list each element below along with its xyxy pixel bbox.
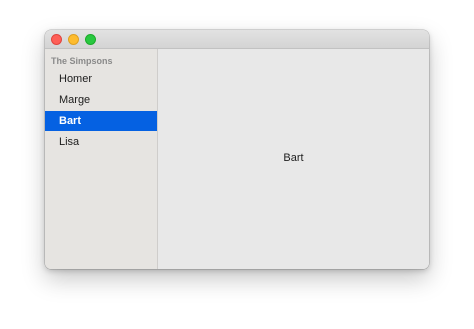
minimize-button[interactable] <box>68 34 79 45</box>
sidebar: The Simpsons Homer Marge Bart Lisa <box>45 49 158 269</box>
detail-label: Bart <box>283 152 304 164</box>
zoom-button[interactable] <box>85 34 96 45</box>
app-window: The Simpsons Homer Marge Bart Lisa Bart <box>45 30 429 269</box>
sidebar-section-header: The Simpsons <box>51 56 113 66</box>
sidebar-item-marge[interactable]: Marge <box>45 90 157 110</box>
sidebar-item-bart[interactable]: Bart <box>45 111 157 131</box>
sidebar-item-homer[interactable]: Homer <box>45 69 157 89</box>
sidebar-item-lisa[interactable]: Lisa <box>45 132 157 152</box>
title-bar[interactable] <box>45 30 429 49</box>
close-button[interactable] <box>51 34 62 45</box>
desktop: The Simpsons Homer Marge Bart Lisa Bart <box>0 0 474 329</box>
detail-pane: Bart <box>158 49 429 269</box>
